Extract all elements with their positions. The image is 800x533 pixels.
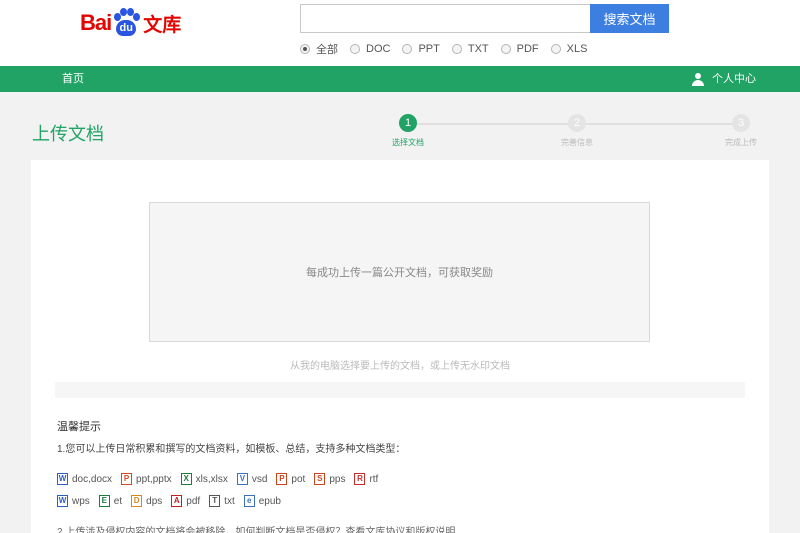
file-type-item: Ddps	[131, 495, 162, 507]
filter-label: PPT	[418, 43, 440, 55]
user-center-label: 个人中心	[712, 73, 756, 85]
ppt-icon: P	[121, 473, 133, 485]
file-types-row-1: Wdoc,docx Pppt,pptx Xxls,xlsx Vvsd Ppot Spps R…	[57, 473, 387, 485]
radio-icon[interactable]	[451, 44, 462, 54]
logo-wenku-text: 文库	[143, 13, 182, 36]
step-number: 3	[732, 114, 750, 132]
step-number: 2	[568, 114, 586, 132]
filter-label: PDF	[516, 43, 539, 55]
file-type-item: Xxls,xlsx	[180, 473, 228, 485]
upload-panel: 每成功上传一篇公开文档，可获取奖励 从我的电脑选择要上传的文档，或上传无水印文档…	[31, 160, 769, 533]
file-type-filters: 全部 DOC PPT TXT PDF XLS	[300, 41, 599, 57]
file-type-item: e epub	[243, 495, 281, 507]
file-type-item: Ppot	[276, 473, 305, 485]
upload-drop-zone[interactable]: 每成功上传一篇公开文档，可获取奖励	[149, 202, 650, 342]
file-type-item: Wdoc,docx	[57, 473, 112, 485]
file-type-item: Vvsd	[236, 473, 268, 485]
filter-option[interactable]: 全部	[300, 41, 338, 57]
file-type-label: xls,xlsx	[195, 473, 228, 485]
file-type-item: Spps	[314, 473, 345, 485]
drop-zone-text: 每成功上传一篇公开文档，可获取奖励	[306, 267, 493, 279]
radio-icon[interactable]	[300, 44, 310, 54]
txt-icon: T	[209, 495, 221, 507]
file-type-item: Wwps	[57, 495, 90, 507]
pps-icon: S	[314, 473, 326, 485]
tips-title: 温馨提示	[57, 421, 101, 433]
file-type-label: wps	[72, 495, 90, 507]
step-complete-info: 2 完善信息	[547, 114, 607, 148]
et-icon: E	[98, 495, 110, 507]
file-type-label: epub	[258, 495, 281, 507]
file-type-label: rtf	[369, 473, 379, 485]
filter-option[interactable]: PDF	[500, 43, 539, 55]
file-type-label: pdf	[186, 495, 201, 507]
rtf-icon: R	[354, 473, 366, 485]
excel-icon: X	[180, 473, 192, 485]
file-type-item: Ttxt	[209, 495, 235, 507]
paw-icon: du	[112, 8, 141, 38]
filter-option[interactable]: DOC	[350, 43, 390, 55]
word-icon: W	[57, 473, 68, 485]
file-type-label: doc,docx	[72, 473, 113, 485]
file-types-row-2: Wwps Eet Ddps Apdf Ttxt e epub	[57, 495, 290, 507]
dps-icon: D	[131, 495, 143, 507]
radio-icon[interactable]	[500, 44, 511, 54]
search-input[interactable]	[300, 4, 590, 33]
upload-hint: 从我的电脑选择要上传的文档，或上传无水印文档	[290, 361, 510, 372]
file-type-label: txt	[224, 495, 235, 507]
file-type-item: Apdf	[171, 495, 200, 507]
file-type-label: vsd	[251, 473, 268, 485]
nav-home-link[interactable]: 首页	[62, 66, 84, 92]
file-type-item: Eet	[98, 495, 123, 507]
file-type-label: pps	[329, 473, 346, 485]
filter-label: DOC	[366, 43, 391, 55]
upload-steps: 1 选择文档 2 完善信息 3 完成上传	[390, 112, 770, 154]
header: Bai du 文库 搜索文档 全部 DOC PPT TXT PDF XLS	[0, 0, 800, 66]
file-type-label: et	[113, 495, 123, 507]
baidu-wenku-logo[interactable]: Bai du 文库	[80, 6, 181, 40]
pot-icon: P	[276, 473, 288, 485]
step-label: 选择文档	[392, 138, 424, 147]
filter-option[interactable]: TXT	[451, 43, 489, 55]
tips-line-1: 1.您可以上传日常积累和撰写的文档资料，如模板、总结，支持多种文档类型：	[57, 444, 406, 455]
filter-label: 全部	[316, 44, 338, 56]
filter-label: TXT	[467, 43, 489, 55]
file-type-label: ppt,pptx	[136, 473, 172, 485]
file-type-item: Rrtf	[354, 473, 378, 485]
epub-icon: e	[243, 495, 255, 507]
file-type-item: Pppt,pptx	[121, 473, 172, 485]
step-connector	[416, 123, 568, 125]
filter-option[interactable]: PPT	[402, 43, 440, 55]
logo-bai-text: Bai	[80, 10, 112, 35]
step-finish-upload: 3 完成上传	[711, 114, 771, 148]
filter-label: XLS	[566, 43, 588, 55]
user-center-link[interactable]: 个人中心	[692, 66, 756, 92]
radio-icon[interactable]	[350, 44, 360, 54]
step-select-document: 1 选择文档	[378, 114, 438, 148]
user-icon	[692, 72, 704, 86]
search-button[interactable]: 搜索文档	[590, 4, 669, 33]
filter-option[interactable]: XLS	[550, 43, 588, 55]
visio-icon: V	[236, 473, 248, 485]
step-label: 完成上传	[725, 138, 757, 147]
logo-du-text: du	[116, 20, 137, 36]
nav-bar: 首页 个人中心	[0, 66, 800, 92]
tips-line-2: 2.上传涉及侵权内容的文档将会被移除，如何判断文档是否侵权？查看文库协议和版权说…	[57, 527, 456, 533]
pdf-icon: A	[171, 495, 183, 507]
radio-icon[interactable]	[550, 44, 561, 54]
wps-icon: W	[57, 495, 68, 507]
file-type-label: dps	[146, 495, 163, 507]
divider	[55, 382, 745, 398]
radio-icon[interactable]	[402, 44, 413, 54]
step-number: 1	[399, 114, 417, 132]
step-label: 完善信息	[561, 138, 593, 147]
page-title: 上传文档	[32, 124, 104, 145]
file-type-label: pot	[291, 473, 306, 485]
